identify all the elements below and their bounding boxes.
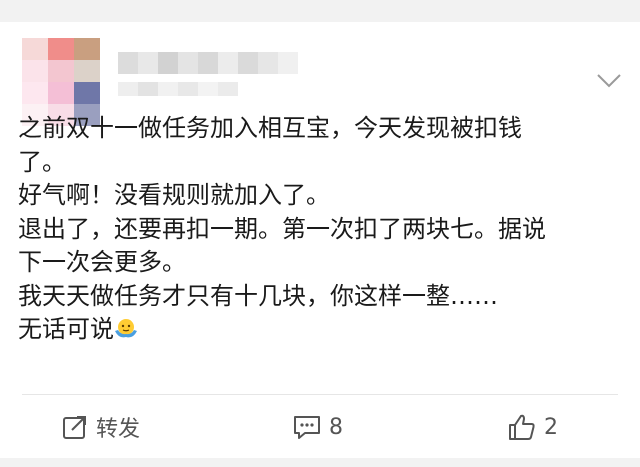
post-line-last: 无话可说 [18, 313, 618, 347]
timestamp-blurred [118, 82, 238, 96]
like-count: 2 [544, 414, 558, 440]
action-divider [22, 394, 618, 395]
thumbs-up-icon [508, 413, 536, 441]
post-line: 下一次会更多。 [18, 248, 186, 276]
post-body: 之前双十一做任务加入相互宝，今天发现被扣钱 了。好气啊！没看规则就加入了。退出了，… [18, 112, 618, 347]
share-icon [62, 414, 88, 440]
shrug-emoji-icon [114, 317, 138, 341]
comment-count: 8 [329, 414, 343, 440]
top-separator-band [0, 0, 640, 22]
post-line: 我天天做任务才只有十几块，你这样一整…… [18, 281, 498, 310]
post-line: 之前双十一做任务加入相互宝，今天发现被扣钱 [18, 114, 522, 142]
post-line: 无话可说 [18, 315, 114, 343]
username-blurred[interactable] [118, 52, 298, 74]
comment-button[interactable]: 8 [293, 412, 343, 442]
repost-label: 转发 [96, 417, 141, 442]
repost-button[interactable]: 转发 [62, 412, 140, 442]
comment-icon [293, 414, 321, 440]
like-button[interactable]: 2 [508, 412, 558, 442]
post-line: 好气啊！没看规则就加入了。 [18, 181, 330, 209]
chevron-down-icon[interactable] [596, 72, 622, 90]
bottom-separator-band [0, 458, 640, 467]
post-line: 退出了，还要再扣一期。第一次扣了两块七。据说 [18, 214, 546, 243]
post-line: 了。 [18, 147, 66, 176]
